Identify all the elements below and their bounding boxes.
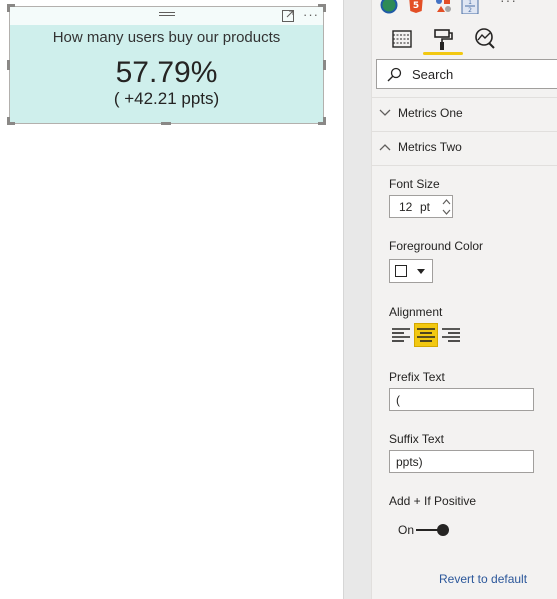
svg-text:2: 2 [468, 7, 472, 14]
revert-to-default-link[interactable]: Revert to default [439, 572, 527, 586]
active-tab-indicator [423, 52, 463, 55]
visual-title: How many users buy our products [52, 29, 281, 46]
search-icon [387, 67, 402, 82]
foreground-color-label: Foreground Color [389, 239, 484, 253]
align-center-button[interactable] [414, 323, 438, 347]
section-metrics-one[interactable]: Metrics One [372, 97, 557, 131]
font-size-label: Font Size [389, 177, 440, 191]
list-icon[interactable]: 1 2 [461, 0, 479, 14]
resize-handle-right[interactable] [323, 60, 326, 70]
foreground-color-picker[interactable] [389, 259, 433, 283]
toggle-knob [437, 524, 449, 536]
metric-value: 57.79% [115, 56, 218, 89]
add-plus-label: Add + If Positive [389, 494, 477, 508]
shapes-icon[interactable] [434, 0, 452, 14]
align-left-icon[interactable] [389, 323, 413, 347]
alignment-label: Alignment [389, 305, 443, 319]
focus-mode-icon[interactable] [282, 10, 294, 22]
align-right-icon[interactable] [439, 323, 463, 347]
prefix-text-label: Prefix Text [389, 370, 445, 384]
search-placeholder: Search [412, 67, 454, 82]
pane-tabs [372, 24, 557, 58]
toggle-state-label: On [398, 523, 415, 537]
chevron-down-icon [379, 109, 391, 116]
resize-handle-bottom[interactable] [161, 122, 171, 125]
section-label: Metrics One [398, 106, 463, 120]
add-plus-toggle[interactable] [416, 522, 450, 538]
font-size-value: 12 [399, 200, 413, 214]
report-canvas[interactable]: ··· How many users buy our products 57.7… [0, 0, 343, 599]
font-size-stepper[interactable]: 12 pt [389, 195, 453, 218]
more-options-icon[interactable]: ··· [303, 8, 319, 22]
svg-text:1: 1 [468, 0, 472, 6]
chevron-up-icon [379, 144, 391, 151]
html5-icon[interactable]: 5 [407, 0, 425, 14]
globe-map-icon[interactable] [380, 0, 398, 14]
caret-down-icon [417, 269, 425, 274]
divider [372, 165, 557, 166]
section-label: Metrics Two [398, 140, 462, 154]
drag-handle-icon[interactable] [159, 12, 175, 19]
analytics-tab-icon[interactable] [471, 26, 497, 52]
card-visual[interactable]: ··· How many users buy our products 57.7… [9, 6, 324, 124]
metric-delta: ( +42.21 ppts) [113, 89, 220, 108]
prefix-text-field[interactable] [389, 388, 534, 411]
increment-icon[interactable] [441, 197, 452, 206]
resize-handle-left[interactable] [7, 60, 10, 70]
suffix-text-label: Suffix Text [389, 432, 444, 446]
suffix-text-input[interactable] [390, 451, 533, 472]
align-center-icon [417, 328, 435, 342]
search-box[interactable]: Search [376, 59, 557, 89]
fields-tab-icon[interactable] [389, 26, 415, 52]
visual-header: ··· [10, 7, 323, 25]
suffix-text-field[interactable] [389, 450, 534, 473]
section-metrics-two[interactable]: Metrics Two [372, 131, 557, 165]
pane-collapse-bar[interactable] [343, 0, 371, 599]
color-swatch [395, 265, 407, 277]
format-pane: 5 1 2 ··· Search Metrics One Metrics Two… [371, 0, 557, 599]
font-size-unit: pt [420, 200, 431, 214]
prefix-text-input[interactable] [390, 389, 533, 410]
svg-text:5: 5 [413, 1, 419, 11]
more-options-icon[interactable]: ··· [500, 0, 517, 8]
decrement-icon[interactable] [441, 208, 452, 217]
format-tab-icon[interactable] [430, 26, 456, 52]
